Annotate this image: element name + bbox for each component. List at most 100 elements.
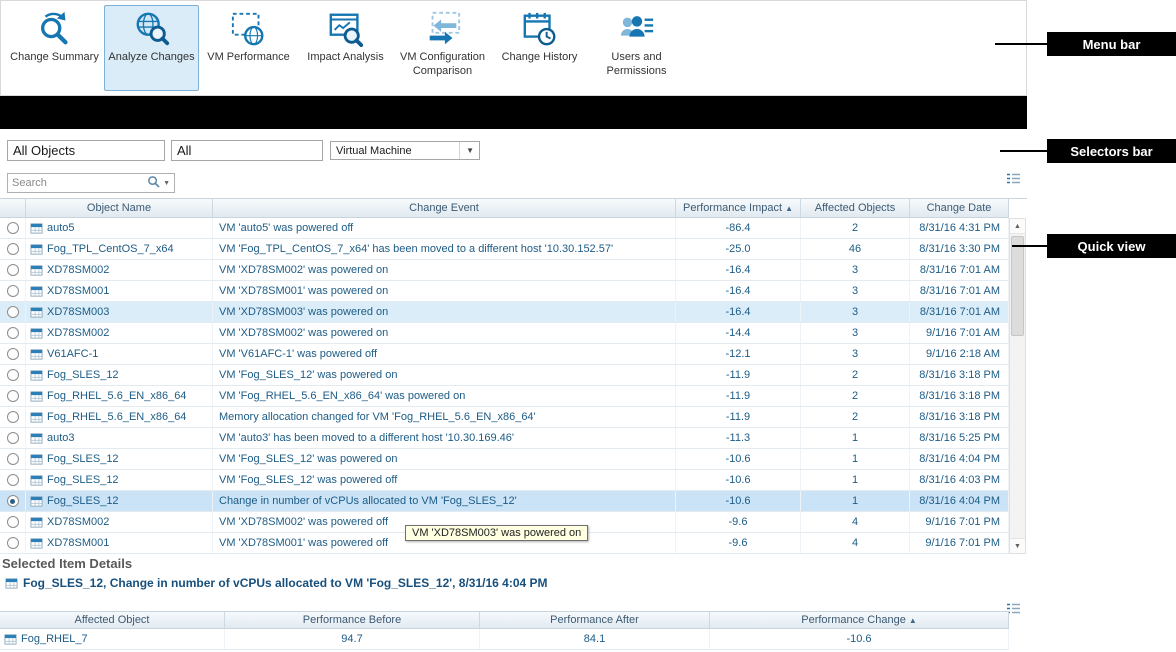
menu-item-impact-analysis[interactable]: Impact Analysis: [298, 5, 393, 91]
table-row[interactable]: Fog_SLES_12VM 'Fog_SLES_12' was powered …: [0, 449, 1009, 470]
affected-objects: 1: [801, 470, 910, 490]
change-date: 8/31/16 7:01 AM: [910, 281, 1009, 301]
table-row[interactable]: XD78SM002VM 'XD78SM002' was powered on-1…: [0, 260, 1009, 281]
sort-ascending-icon: ▲: [909, 616, 917, 625]
change-date: 8/31/16 4:31 PM: [910, 218, 1009, 238]
scope-selector[interactable]: All Objects: [7, 140, 165, 161]
menu-item-change-history[interactable]: Change History: [492, 5, 587, 91]
selected-item-text: Fog_SLES_12, Change in number of vCPUs a…: [23, 576, 548, 590]
row-radio[interactable]: [7, 264, 19, 276]
column-header-object-name[interactable]: Object Name: [26, 199, 213, 217]
row-radio[interactable]: [7, 243, 19, 255]
vm-icon: [30, 495, 43, 508]
object-name: auto3: [47, 432, 75, 444]
performance-impact: -10.6: [676, 449, 801, 469]
row-radio[interactable]: [7, 495, 19, 507]
group-selector[interactable]: All: [171, 140, 323, 161]
column-header-performance-after[interactable]: Performance After: [480, 612, 710, 628]
annotation-line-menu-bar: [995, 43, 1047, 45]
search-input[interactable]: Search ▼: [7, 173, 175, 193]
tooltip: VM 'XD78SM003' was powered on: [405, 525, 588, 541]
change-event: VM 'XD78SM002' was powered on: [213, 323, 676, 343]
annotation-menu-bar: Menu bar: [1047, 32, 1176, 56]
column-header-change-date[interactable]: Change Date: [910, 199, 1009, 217]
vm-icon: [30, 327, 43, 340]
change-event: VM 'Fog_SLES_12' was powered off: [213, 470, 676, 490]
object-name: Fog_SLES_12: [47, 369, 119, 381]
column-header-performance-change[interactable]: Performance Change▲: [710, 612, 1009, 628]
affected-objects: 3: [801, 344, 910, 364]
table-row[interactable]: Fog_TPL_CentOS_7_x64VM 'Fog_TPL_CentOS_7…: [0, 239, 1009, 260]
vm-icon: [30, 222, 43, 235]
row-radio[interactable]: [7, 453, 19, 465]
menu-item-change-summary[interactable]: Change Summary: [7, 5, 102, 91]
table-row[interactable]: XD78SM001VM 'XD78SM001' was powered on-1…: [0, 281, 1009, 302]
menu-item-label: VM Performance: [207, 51, 290, 65]
performance-impact: -11.9: [676, 386, 801, 406]
object-name: XD78SM002: [47, 516, 109, 528]
vm-icon: [30, 264, 43, 277]
vertical-scrollbar[interactable]: ▲ ▼: [1009, 218, 1026, 554]
vm-icon: [30, 348, 43, 361]
row-radio[interactable]: [7, 537, 19, 549]
vm-icon: [30, 453, 43, 466]
row-radio[interactable]: [7, 348, 19, 360]
group-selector-value: All: [177, 143, 191, 158]
row-radio[interactable]: [7, 369, 19, 381]
affected-objects: 46: [801, 239, 910, 259]
column-header-affected-object[interactable]: Affected Object: [0, 612, 225, 628]
scroll-up-button[interactable]: ▲: [1010, 219, 1025, 234]
change-event: VM 'auto3' has been moved to a different…: [213, 428, 676, 448]
table-row[interactable]: auto3 VM 'auto3' has been moved to a diff…: [0, 428, 1009, 449]
row-radio[interactable]: [7, 411, 19, 423]
table-row[interactable]: Fog_RHEL_7 94.7 84.1 -10.6: [0, 629, 1009, 650]
affected-object-name: Fog_RHEL_7: [21, 633, 88, 645]
menu-item-analyze-changes[interactable]: Analyze Changes: [104, 5, 199, 91]
row-radio[interactable]: [7, 390, 19, 402]
table-row[interactable]: Fog_RHEL_5.6_EN_x86_64Memory allocation …: [0, 407, 1009, 428]
row-radio[interactable]: [7, 285, 19, 297]
column-header-performance-impact[interactable]: Performance Impact▲: [676, 199, 801, 217]
change-summary-icon: [35, 9, 75, 49]
search-icon[interactable]: [147, 175, 160, 191]
row-radio[interactable]: [7, 516, 19, 528]
row-radio[interactable]: [7, 432, 19, 444]
quick-view-table: Object Name Change Event Performance Imp…: [0, 198, 1027, 553]
object-name: XD78SM001: [47, 285, 109, 297]
row-radio[interactable]: [7, 222, 19, 234]
table-row[interactable]: Fog_RHEL_5.6_EN_x86_64VM 'Fog_RHEL_5.6_E…: [0, 386, 1009, 407]
table-row[interactable]: V61AFC-1VM 'V61AFC-1' was powered off-12…: [0, 344, 1009, 365]
scrollbar-thumb[interactable]: [1011, 236, 1024, 336]
menu-item-vm-performance[interactable]: VM Performance: [201, 5, 296, 91]
vm-icon: [30, 390, 43, 403]
row-radio[interactable]: [7, 327, 19, 339]
scroll-down-button[interactable]: ▼: [1010, 538, 1025, 553]
quick-view-header: Object Name Change Event Performance Imp…: [0, 199, 1009, 218]
change-date: 8/31/16 3:18 PM: [910, 365, 1009, 385]
menu-item-label: Analyze Changes: [108, 51, 194, 65]
annotation-selectors-bar: Selectors bar: [1047, 139, 1176, 163]
menu-item-label: Impact Analysis: [307, 51, 383, 65]
vm-icon: [5, 577, 18, 590]
vm-icon: [30, 432, 43, 445]
column-header-performance-before[interactable]: Performance Before: [225, 612, 480, 628]
table-row[interactable]: XD78SM002VM 'XD78SM002' was powered on-1…: [0, 323, 1009, 344]
menu-item-users-and-permissions[interactable]: Users and Permissions: [589, 5, 684, 91]
search-options-chevron-icon[interactable]: ▼: [163, 180, 170, 187]
table-row[interactable]: Fog_SLES_12Change in number of vCPUs all…: [0, 491, 1009, 512]
table-row[interactable]: Fog_SLES_12VM 'Fog_SLES_12' was powered …: [0, 470, 1009, 491]
table-row[interactable]: auto5VM 'auto5' was powered off-86.428/3…: [0, 218, 1009, 239]
row-radio[interactable]: [7, 306, 19, 318]
menu-item-vm-configuration-comparison[interactable]: VM Configuration Comparison: [395, 5, 490, 91]
quick-view-options-icon[interactable]: [1004, 171, 1022, 185]
column-header-affected-objects[interactable]: Affected Objects: [801, 199, 910, 217]
column-header-change-event[interactable]: Change Event: [213, 199, 676, 217]
object-type-value: Virtual Machine: [336, 145, 412, 157]
object-type-selector[interactable]: Virtual Machine ▼: [330, 141, 480, 160]
performance-impact: -11.9: [676, 407, 801, 427]
affected-objects: 2: [801, 365, 910, 385]
table-row[interactable]: Fog_SLES_12VM 'Fog_SLES_12' was powered …: [0, 365, 1009, 386]
row-radio[interactable]: [7, 474, 19, 486]
selected-item-summary: Fog_SLES_12, Change in number of vCPUs a…: [5, 576, 548, 590]
table-row[interactable]: XD78SM003VM 'XD78SM003' was powered on-1…: [0, 302, 1009, 323]
